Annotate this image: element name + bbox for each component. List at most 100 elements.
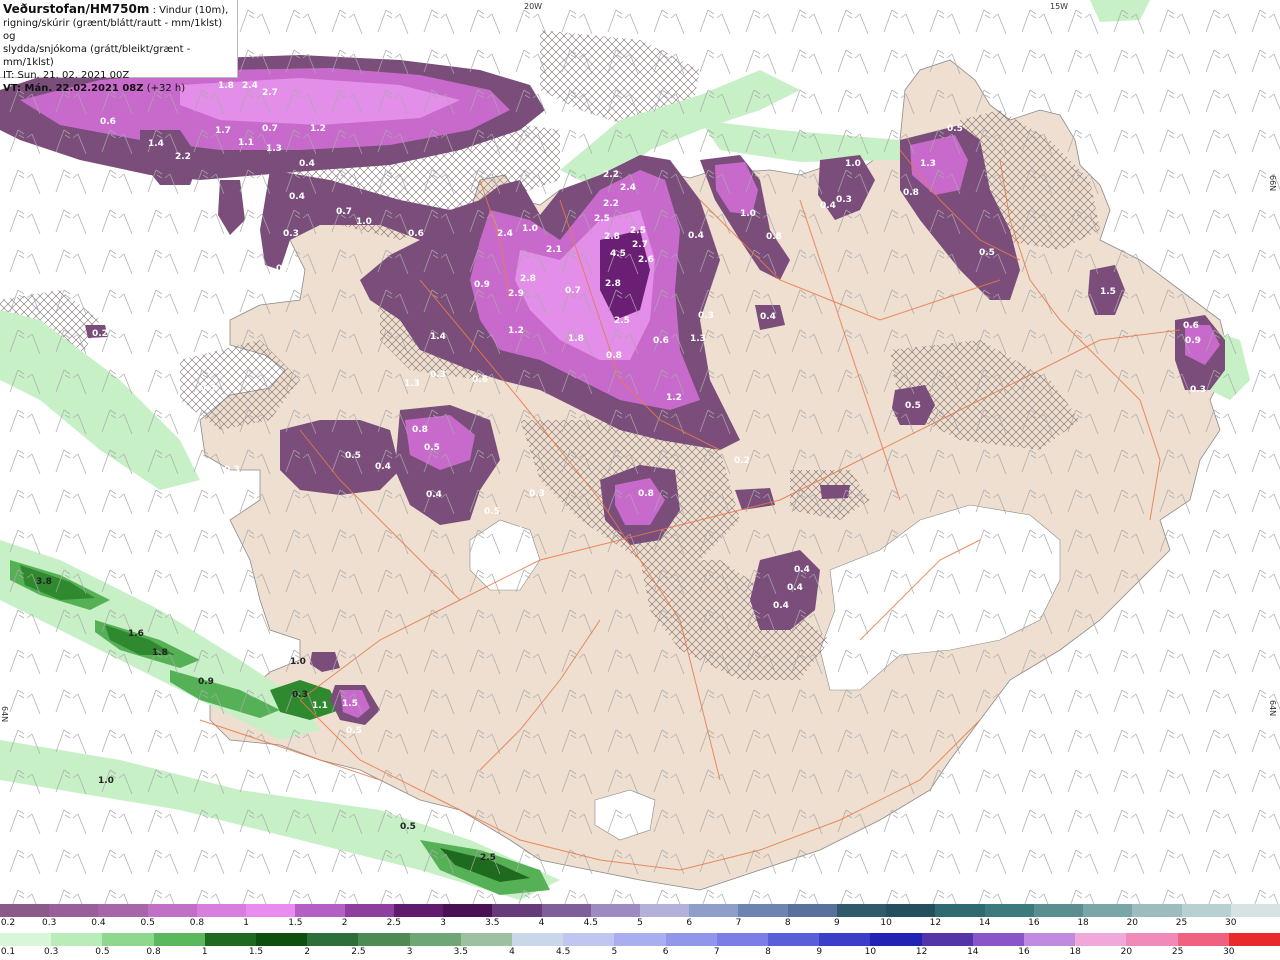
snow-value-label: 0.8	[638, 489, 654, 499]
rain-legend-swatch	[256, 933, 308, 946]
snow-legend-label: 1	[243, 918, 250, 928]
snow-legend-swatch	[246, 904, 296, 917]
rain-legend-swatch	[716, 933, 769, 946]
snow-value-label: 0.8	[903, 188, 919, 198]
rain-legend-swatch	[153, 933, 206, 946]
snow-legend-swatch	[886, 904, 936, 917]
snow-value-label: 0.6	[408, 229, 424, 239]
snow-value-label: 1.2	[666, 393, 682, 403]
rain-legend-swatch	[972, 933, 1025, 946]
snow-legend-swatch	[787, 904, 838, 917]
snow-legend-label: 0.3	[42, 918, 57, 928]
snow-value-label: 0.3	[529, 489, 545, 499]
snow-legend-swatch	[492, 904, 543, 917]
rain-legend-label: 0.3	[44, 947, 59, 957]
snow-legend-label: 1.5	[288, 918, 303, 928]
rain-legend-label: 14	[967, 947, 979, 957]
snow-value-label: 0.4	[773, 601, 789, 611]
snow-legend-label: 2	[341, 918, 348, 928]
rain-value-label: 0.9	[198, 677, 214, 687]
rain-legend-swatch	[921, 933, 974, 946]
snow-legend-swatch	[541, 904, 592, 917]
snow-color-bar	[0, 904, 1280, 917]
snow-legend-label: 8	[784, 918, 791, 928]
snow-value-label: 0.5	[484, 507, 500, 517]
lat-label-64n-right: 64N	[1268, 700, 1277, 716]
map-desc-1: : Vindur (10m),	[149, 5, 229, 16]
rain-legend-label: 4	[509, 947, 515, 957]
snow-value-label: 2.6	[638, 255, 654, 265]
snow-value-label: 0.6	[472, 375, 488, 385]
snow-legend-swatch	[1132, 904, 1183, 917]
snow-value-label: 4.5	[610, 249, 626, 259]
snow-legend-label: 3.5	[485, 918, 500, 928]
lat-label-66n: 66N	[1268, 175, 1277, 191]
snow-legend-swatch	[1083, 904, 1133, 917]
snow-value-label: 0.5	[947, 124, 963, 134]
snow-value-label: 2.5	[614, 316, 630, 326]
snow-value-label: 0.7	[336, 207, 352, 217]
rain-legend-swatch	[819, 933, 871, 946]
snow-value-label: 1.0	[356, 217, 372, 227]
snow-legend-swatch	[836, 904, 887, 917]
snow-legend-label: 2.5	[386, 918, 402, 928]
lon-label-20w: 20W	[524, 2, 542, 11]
snow-legend-label: 14	[978, 918, 991, 928]
snow-value-label: 1.0	[845, 159, 861, 169]
snow-value-label: 2.8	[604, 232, 620, 242]
rain-legend-swatch	[0, 933, 52, 946]
rain-legend-label: 0.5	[95, 947, 110, 957]
snow-value-label: 0.4	[760, 312, 776, 322]
rain-legend-swatch	[870, 933, 923, 946]
snow-legend-swatch	[590, 904, 641, 917]
rain-legend-label: 2.5	[351, 947, 366, 957]
snow-value-label: 0.2	[92, 329, 108, 339]
snow-value-label: 0.5	[276, 264, 292, 274]
map-desc-2: rigning/skúrir (grænt/blátt/rautt - mm/1…	[3, 18, 223, 42]
snow-value-label: 2.4	[242, 81, 258, 91]
rain-legend-label: 18	[1069, 947, 1081, 957]
snow-legend-swatch	[640, 904, 690, 917]
rain-legend-label: 4.5	[556, 947, 571, 957]
rain-legend-label: 20	[1120, 947, 1133, 957]
snow-value-label: 1.3	[690, 334, 706, 344]
snow-legend-swatch	[689, 904, 739, 917]
snow-value-label: 0.5	[424, 443, 440, 453]
rain-legend-label: 2	[304, 947, 311, 957]
snow-value-label: 1.0	[522, 224, 538, 234]
snow-value-label: 2.2	[175, 152, 191, 162]
rain-legend-label: 30	[1223, 947, 1235, 957]
rain-legend-label: 10	[864, 947, 877, 957]
snow-value-label: 0.9	[474, 280, 490, 290]
issue-time: IT: Sun. 21. 02. 2021 00Z	[3, 70, 130, 81]
rain-legend-swatch	[665, 933, 718, 946]
rain-legend-swatch	[358, 933, 411, 946]
snow-value-label: 0.4	[375, 462, 391, 472]
snow-legend-label: 0.2	[0, 918, 16, 928]
lon-label-15w: 15W	[1050, 2, 1068, 11]
snow-value-label: 0.6	[653, 336, 669, 346]
snow-value-label: 0.4	[289, 192, 305, 202]
rain-legend-label: 5	[611, 947, 618, 957]
snow-value-label: 0.4	[820, 201, 836, 211]
snow-scale-labels: 0.2 0.3 0.4 0.5 0.8 1 1.5 2 2.5 3 3.5 4 4.5 5 6 7 8 9 10 12…	[0, 918, 1280, 930]
snow-value-label: 0.4	[787, 583, 803, 593]
snow-value-label: 0.3	[430, 370, 446, 380]
rain-value-label: 3.8	[36, 577, 52, 587]
snow-legend-label: 20	[1126, 918, 1139, 928]
snow-value-label: 2.5	[630, 226, 646, 236]
snow-legend-swatch	[443, 904, 493, 917]
rain-legend-label: 0.8	[146, 947, 161, 957]
snow-legend-swatch	[738, 904, 789, 917]
snow-value-label: 0.3	[200, 383, 216, 393]
rain-legend-label: 8	[765, 947, 771, 957]
rain-legend-label: 0.1	[0, 947, 16, 957]
rain-legend-swatch	[1024, 933, 1076, 946]
rain-scale-labels: 0.1 0.3 0.5 0.8 1 1.5 2 2.5 3 3.5 4 4.5 5 6 7 8 9 10 12 14 1…	[0, 947, 1280, 959]
snow-value-label: 0.5	[979, 248, 995, 258]
rain-legend-swatch	[102, 933, 155, 946]
snow-value-label: 0.5	[345, 451, 361, 461]
rain-legend-label: 3.5	[453, 947, 468, 957]
snow-legend-label: 18	[1077, 918, 1089, 928]
rain-legend-swatch	[460, 933, 513, 946]
